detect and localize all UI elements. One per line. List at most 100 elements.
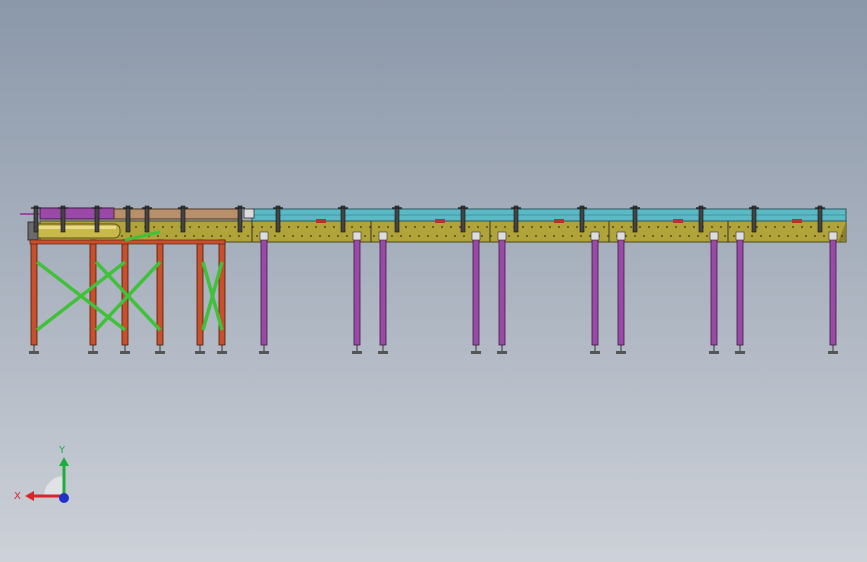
support-leg [260,233,268,346]
clamp-post [817,205,823,233]
clamp-post [751,205,757,233]
frame-hole [837,226,839,228]
clamp-post [513,205,519,233]
frame-hole [634,235,636,237]
leg-bracket [735,231,745,241]
frame-hole [234,226,236,228]
frame-hole [486,226,488,228]
frame-hole [301,235,303,237]
frame-hole [643,235,645,237]
frame-hole [256,235,258,237]
stand-leg [89,239,97,346]
frame-hole [648,226,650,228]
clamp-post [33,205,39,233]
frame-hole [166,235,168,237]
frame-hole [243,226,245,228]
frame-hole [189,226,191,228]
stand-foot [29,351,39,354]
frame-hole [522,226,524,228]
frame-hole [661,235,663,237]
frame-hole [517,235,519,237]
frame-hole [783,226,785,228]
frame-hole [652,235,654,237]
frame-hole [238,235,240,237]
stand-foot [88,351,98,354]
frame-hole [121,235,123,237]
stand-foot [155,351,165,354]
frame-hole [526,235,528,237]
frame-hole [184,235,186,237]
frame-hole [679,235,681,237]
frame-hole [697,235,699,237]
frame-hole [306,226,308,228]
stand-leg [30,239,38,346]
frame-hole [171,226,173,228]
frame-hole [220,235,222,237]
stand-foot [217,351,227,354]
conveyor-model-view[interactable] [0,0,867,562]
frame-hole [540,226,542,228]
frame-hole [657,226,659,228]
frame-hole [427,235,429,237]
frame-hole [405,226,407,228]
frame-hole [130,235,132,237]
frame-hole [211,235,213,237]
clamp-post [60,205,66,233]
z-axis-dot-icon [59,493,69,503]
leg-foot [709,351,719,354]
frame-hole [823,235,825,237]
frame-hole [769,235,771,237]
x-axis-arrowhead-icon [25,491,34,501]
rail-tab [673,219,683,223]
stand-foot [120,351,130,354]
leg-bracket [378,231,388,241]
frame-hole [639,226,641,228]
frame-hole [621,226,623,228]
leg-bracket [709,231,719,241]
graphics-viewport[interactable]: Y X [0,0,867,562]
frame-hole [400,235,402,237]
leg-foot [497,351,507,354]
frame-hole [324,226,326,228]
frame-hole [756,226,758,228]
frame-hole [787,235,789,237]
leg-bracket [616,231,626,241]
clamp-post [180,205,186,233]
clamp-post [579,205,585,233]
support-leg [472,233,480,346]
reference-triad: Y X [14,445,69,503]
support-leg [498,233,506,346]
leg-bracket [259,231,269,241]
frame-hole [247,235,249,237]
frame-hole [751,235,753,237]
clamp-post [125,205,131,233]
frame-hole [378,226,380,228]
conveyor-assembly[interactable] [20,205,847,354]
frame-hole [562,235,564,237]
frame-hole [666,226,668,228]
frame-hole [625,235,627,237]
frame-hole [589,235,591,237]
leg-foot [471,351,481,354]
leg-foot [352,351,362,354]
leg-bracket [590,231,600,241]
support-leg [710,233,718,346]
clamp-post [144,205,150,233]
tan-rail [113,208,241,220]
frame-hole [225,226,227,228]
frame-hole [135,226,137,228]
frame-hole [387,226,389,228]
y-axis-label: Y [58,445,66,456]
frame-hole [319,235,321,237]
frame-hole [544,235,546,237]
frame-hole [283,235,285,237]
support-leg [379,233,387,346]
support-leg [591,233,599,346]
frame-hole [729,226,731,228]
frame-hole [162,226,164,228]
x-axis-label: X [14,491,21,502]
frame-hole [373,235,375,237]
frame-hole [549,226,551,228]
frame-hole [814,235,816,237]
frame-hole [810,226,812,228]
